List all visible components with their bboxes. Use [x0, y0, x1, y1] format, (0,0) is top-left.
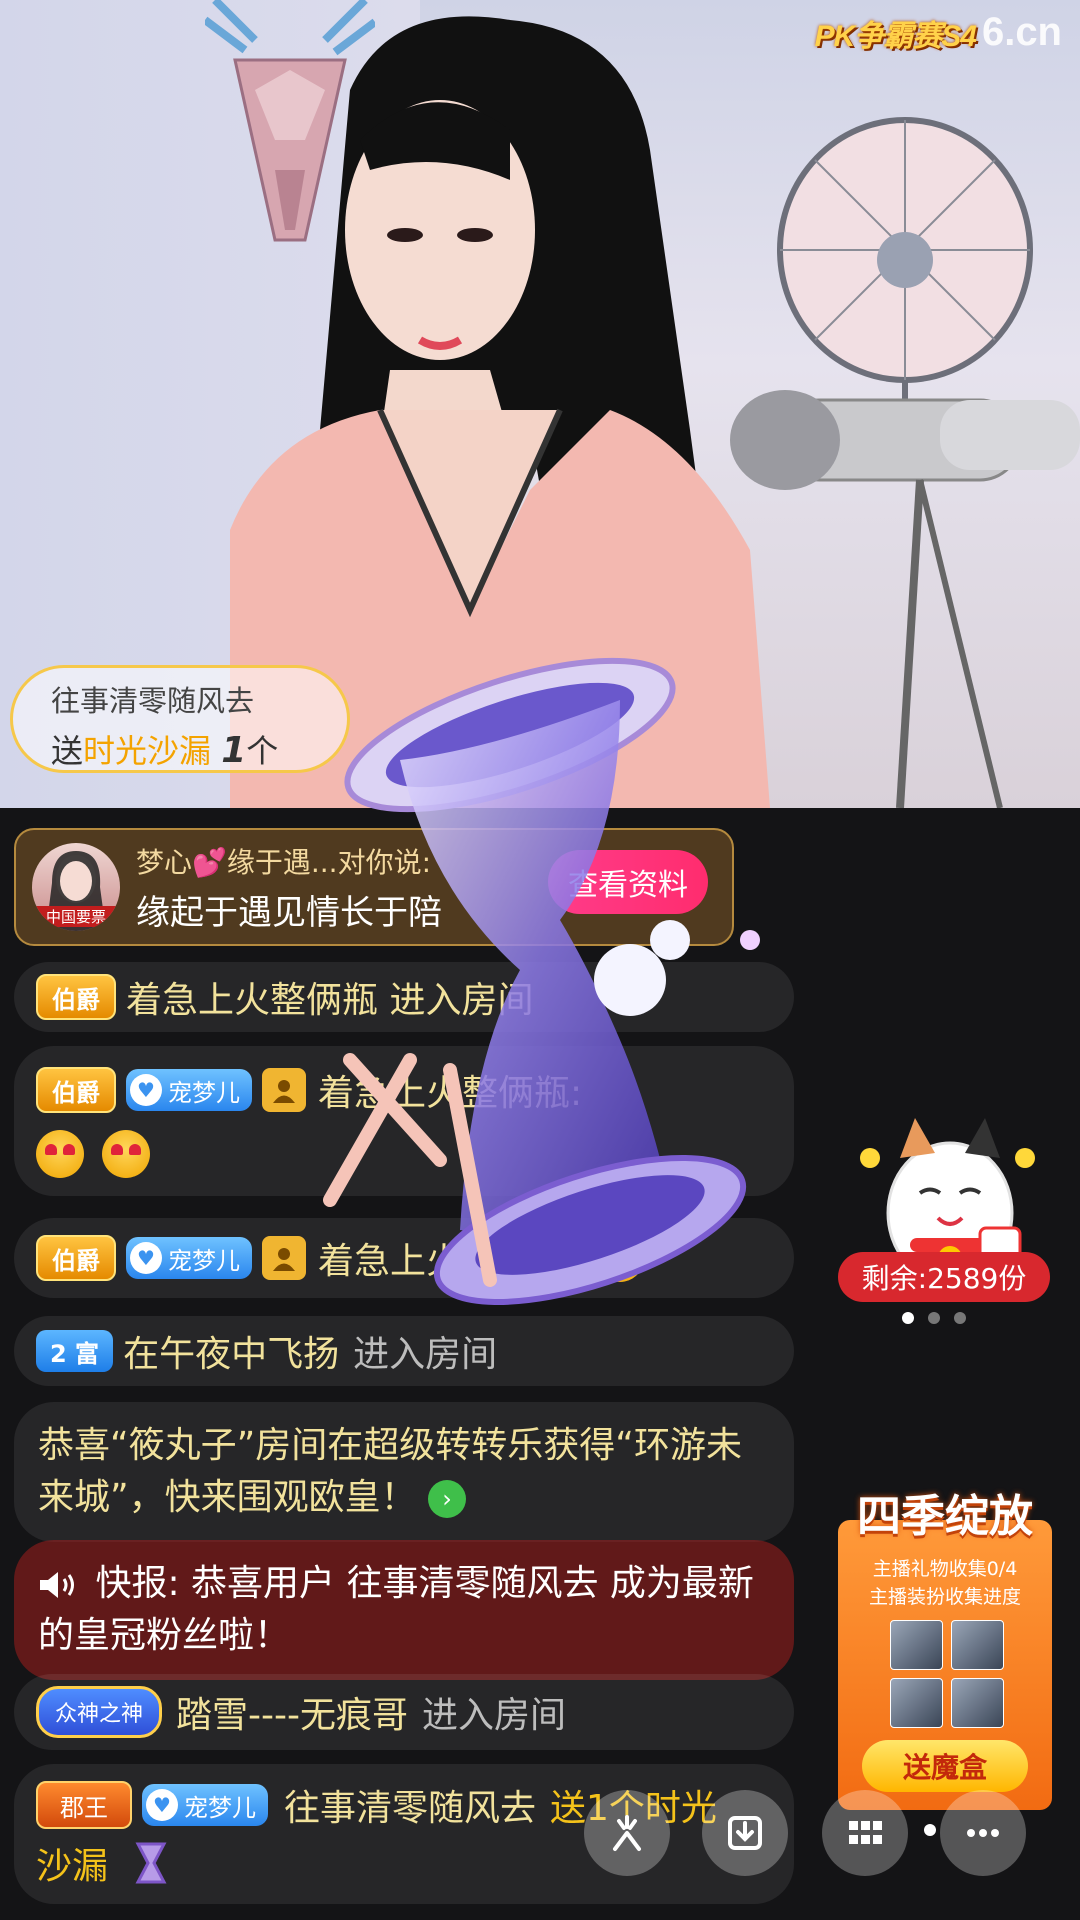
chat-username: 在午夜中飞扬 — [123, 1334, 340, 1375]
heart-eyes-emoji-icon — [36, 1130, 84, 1178]
gift-name: 时光沙漏 — [83, 732, 212, 770]
rich-level-badge: 2 富 — [36, 1330, 114, 1372]
carousel-dots — [902, 1312, 966, 1324]
chat-message[interactable]: 2 富 在午夜中飞扬 进入房间 — [14, 1316, 794, 1386]
season-thumbnails — [890, 1620, 1004, 1728]
chat-message[interactable]: 郡王 ♥ 宠梦儿 往事清零随风去 送1个时光 沙漏 — [14, 1764, 794, 1904]
hourglass-gift-animation — [323, 657, 760, 1305]
share-button[interactable] — [584, 1790, 670, 1876]
thumbnail — [890, 1678, 943, 1728]
gift-unit: 个 — [246, 732, 279, 770]
season-title: 四季绽放 — [857, 1491, 1033, 1542]
site-logo: PK争霸赛S4 6.cn — [815, 10, 1062, 55]
news-flash[interactable]: 快报: 恭喜用户 往事清零随风去 成为最新的皇冠粉丝啦！ — [14, 1540, 794, 1680]
hourglass-gift-icon — [135, 1842, 167, 1884]
share-icon — [613, 1815, 641, 1851]
lucky-cat-remaining: 剩余:2589份 — [838, 1252, 1050, 1302]
season-line2: 主播装扮收集进度 — [868, 1586, 1021, 1608]
heart-eyes-emoji-icon — [102, 1130, 150, 1178]
fan-badge-label: 宠梦儿 — [184, 1793, 256, 1822]
thumbnail — [951, 1678, 1004, 1728]
avatar[interactable]: 中国要票 — [32, 843, 120, 931]
thumbnail — [951, 1620, 1004, 1670]
system-text: 恭喜“筱丸子”房间在超级转转乐获得“环游未来城”，快来围观欧皇！ — [38, 1425, 742, 1518]
system-message[interactable]: 恭喜“筱丸子”房间在超级转转乐获得“环游未来城”，快来围观欧皇！ › — [14, 1402, 794, 1542]
level-badge: 伯爵 — [36, 974, 116, 1020]
avatar-tag: 中国要票 — [32, 906, 120, 927]
more-button[interactable] — [940, 1790, 1026, 1876]
level-badge: 伯爵 — [36, 1235, 116, 1281]
heart-icon: ♥ — [130, 1242, 162, 1274]
fan-badge: ♥ 宠梦儿 — [126, 1069, 252, 1111]
more-icon — [967, 1829, 999, 1837]
level-badge: 郡王 — [36, 1781, 132, 1829]
grid-menu-button[interactable] — [822, 1790, 908, 1876]
thumbnail — [890, 1620, 943, 1670]
pk-event-badge: PK争霸赛S4 — [814, 19, 977, 53]
send-magic-box-button[interactable]: 送魔盒 — [862, 1740, 1028, 1792]
season-line1: 主播礼物收集0/4 — [872, 1558, 1018, 1580]
fan-badge: ♥ 宠梦儿 — [142, 1784, 268, 1826]
chat-action: 进入房间 — [353, 1334, 498, 1375]
level-badge: 伯爵 — [36, 1067, 116, 1113]
chat-username: 踏雪----无痕哥 — [176, 1695, 408, 1736]
carousel-dot — [928, 1312, 940, 1324]
fan-badge: ♥ 宠梦儿 — [126, 1237, 252, 1279]
carousel-dot — [902, 1312, 914, 1324]
heart-icon: ♥ — [146, 1789, 178, 1821]
gift-send-prefix: 送 — [51, 732, 84, 770]
carousel-dot — [954, 1312, 966, 1324]
gift-count: 1 — [221, 730, 247, 771]
fan-badge-label: 宠梦儿 — [168, 1078, 240, 1107]
chat-gift-name: 沙漏 — [36, 1846, 109, 1887]
download-icon — [728, 1816, 762, 1850]
chat-message[interactable]: 众神之神 踏雪----无痕哥 进入房间 — [14, 1674, 794, 1750]
notification-dot — [924, 1824, 936, 1836]
site-name: 6.cn — [981, 10, 1062, 54]
heart-icon: ♥ — [130, 1074, 162, 1106]
news-text: 快报: 恭喜用户 往事清零随风去 成为最新的皇冠粉丝啦！ — [38, 1563, 754, 1656]
chat-username: 往事清零随风去 — [284, 1788, 537, 1829]
download-button[interactable] — [702, 1790, 788, 1876]
go-arrow-icon[interactable]: › — [428, 1480, 467, 1518]
grid-icon — [849, 1821, 882, 1844]
season-event-widget[interactable]: 四季绽放 主播礼物收集0/4 主播装扮收集进度 送魔盒 — [838, 1480, 1052, 1810]
chat-action: 进入房间 — [421, 1695, 566, 1736]
speaker-icon — [40, 1572, 74, 1598]
rank-badge: 众神之神 — [36, 1686, 163, 1738]
fan-badge-label: 宠梦儿 — [168, 1246, 240, 1275]
